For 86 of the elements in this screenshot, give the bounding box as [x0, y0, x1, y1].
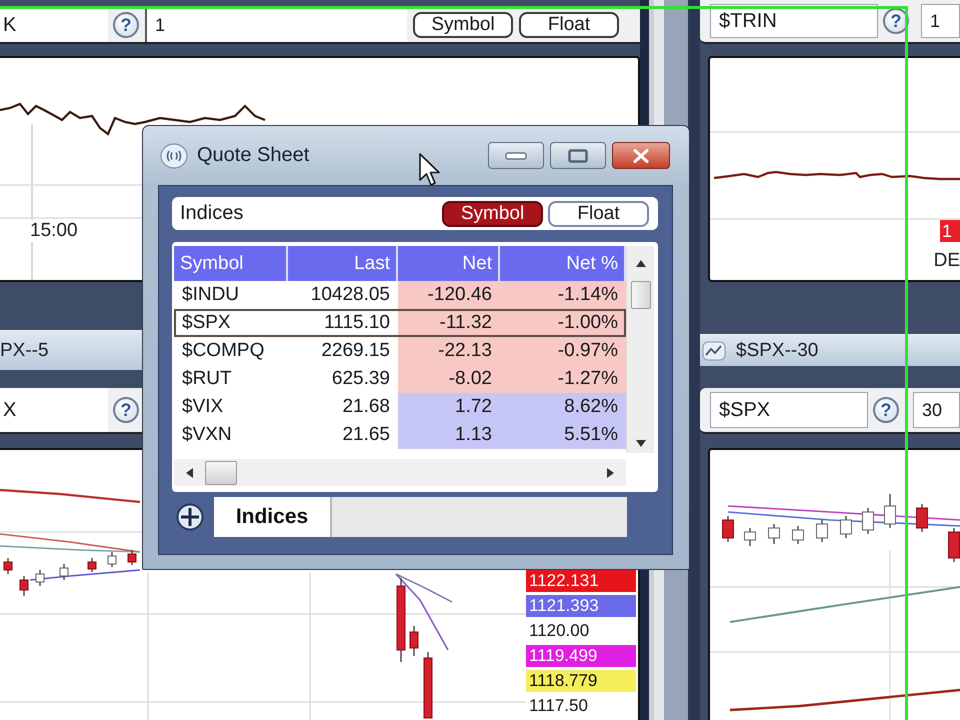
- candle: [88, 558, 96, 572]
- minimize-button[interactable]: [488, 142, 544, 169]
- table-cell: 5.51%: [500, 421, 626, 449]
- candle: [862, 508, 874, 534]
- left-arrow-icon[interactable]: [186, 468, 193, 478]
- candle: [948, 528, 960, 562]
- table-cell: -1.27%: [500, 365, 626, 393]
- price-label: 1122.131: [526, 570, 636, 592]
- column-header[interactable]: Last: [288, 246, 398, 281]
- column-header[interactable]: Net %: [500, 246, 626, 281]
- candle: [768, 524, 780, 544]
- table-cell: -22.13: [398, 337, 500, 365]
- table-row[interactable]: $RUT 625.39 -8.02 -1.27%: [174, 365, 626, 393]
- candle: [36, 570, 44, 586]
- down-arrow-icon[interactable]: [636, 440, 646, 447]
- table-cell: 1.72: [398, 393, 500, 421]
- table-cell: -1.14%: [500, 281, 626, 309]
- table-row[interactable]: $VXN 21.65 1.13 5.51%: [174, 421, 626, 449]
- link-button[interactable]: Symbol: [442, 200, 543, 226]
- price-label: 1118.779: [526, 670, 636, 692]
- horizontal-scrollbar[interactable]: [174, 459, 626, 486]
- plus-icon[interactable]: [176, 503, 204, 531]
- axis-label: DE: [934, 250, 960, 272]
- table-cell: 8.62%: [500, 393, 626, 421]
- vertical-scrollbar[interactable]: [626, 246, 654, 453]
- price-label: 1119.499: [526, 645, 636, 667]
- help-button[interactable]: ?: [113, 12, 139, 38]
- table-row[interactable]: $INDU 10428.05 -120.46 -1.14%: [174, 281, 626, 309]
- candle: [816, 520, 828, 542]
- interval-field[interactable]: 1: [145, 8, 407, 42]
- link-button[interactable]: Symbol: [413, 12, 513, 38]
- candle: [4, 558, 12, 574]
- app-icon: [160, 142, 188, 168]
- link-button[interactable]: Float: [548, 200, 649, 226]
- table-row[interactable]: $SPX 1115.10 -11.32 -1.00%: [174, 309, 626, 337]
- link-button[interactable]: Float: [519, 12, 619, 38]
- close-button[interactable]: [612, 142, 670, 169]
- close-icon: [633, 148, 649, 162]
- symbol-field[interactable]: $SPX: [710, 392, 868, 428]
- symbol-field[interactable]: X: [0, 388, 108, 432]
- right-arrow-icon[interactable]: [607, 468, 614, 478]
- candle: [840, 516, 852, 538]
- price-marker: 1: [940, 220, 960, 242]
- table-cell: 1.13: [398, 421, 500, 449]
- time-axis-label: 15:00: [30, 220, 78, 242]
- minimize-icon: [505, 152, 527, 160]
- candle: [60, 564, 68, 580]
- candle: [884, 494, 896, 528]
- table-cell: -11.32: [398, 309, 500, 337]
- table-row[interactable]: $COMPQ 2269.15 -22.13 -0.97%: [174, 337, 626, 365]
- price-label: 1121.393: [526, 595, 636, 617]
- candle: [744, 528, 756, 546]
- symbol-field[interactable]: K: [0, 8, 108, 42]
- column-header[interactable]: Net: [398, 246, 500, 281]
- list-name: Indices: [180, 202, 244, 225]
- table-cell: -1.00%: [500, 309, 626, 337]
- candle: [108, 552, 116, 567]
- candle: [424, 652, 432, 718]
- up-arrow-icon[interactable]: [636, 260, 646, 267]
- column-header[interactable]: Symbol: [174, 246, 288, 281]
- symbol-field[interactable]: $TRIN: [710, 4, 878, 38]
- candle: [722, 516, 734, 542]
- window-title: Quote Sheet: [197, 144, 310, 167]
- maximize-icon: [568, 148, 588, 162]
- scrollbar-thumb[interactable]: [630, 281, 650, 309]
- candle: [916, 504, 928, 532]
- candle: [128, 550, 136, 565]
- candle: [410, 626, 418, 656]
- table-cell: -0.97%: [500, 337, 626, 365]
- cursor-icon: [419, 153, 441, 187]
- panel-title: $SPX--30: [736, 340, 818, 362]
- help-button[interactable]: ?: [873, 397, 899, 423]
- interval-field[interactable]: 1: [921, 4, 960, 38]
- price-label: 1117.50: [528, 695, 589, 717]
- price-label: 1120.00: [528, 620, 590, 642]
- table-cell: -120.46: [398, 281, 500, 309]
- table-row[interactable]: $VIX 21.68 1.72 8.62%: [174, 393, 626, 421]
- candle: [792, 526, 804, 544]
- panel-title: PX--5: [0, 340, 49, 362]
- candle: [20, 576, 28, 596]
- help-button[interactable]: ?: [113, 397, 139, 423]
- scrollbar-thumb[interactable]: [205, 460, 237, 484]
- table-cell: -8.02: [398, 365, 500, 393]
- interval-field[interactable]: 30: [913, 392, 960, 428]
- maximize-button[interactable]: [550, 142, 606, 169]
- list-tab[interactable]: Indices: [214, 497, 332, 537]
